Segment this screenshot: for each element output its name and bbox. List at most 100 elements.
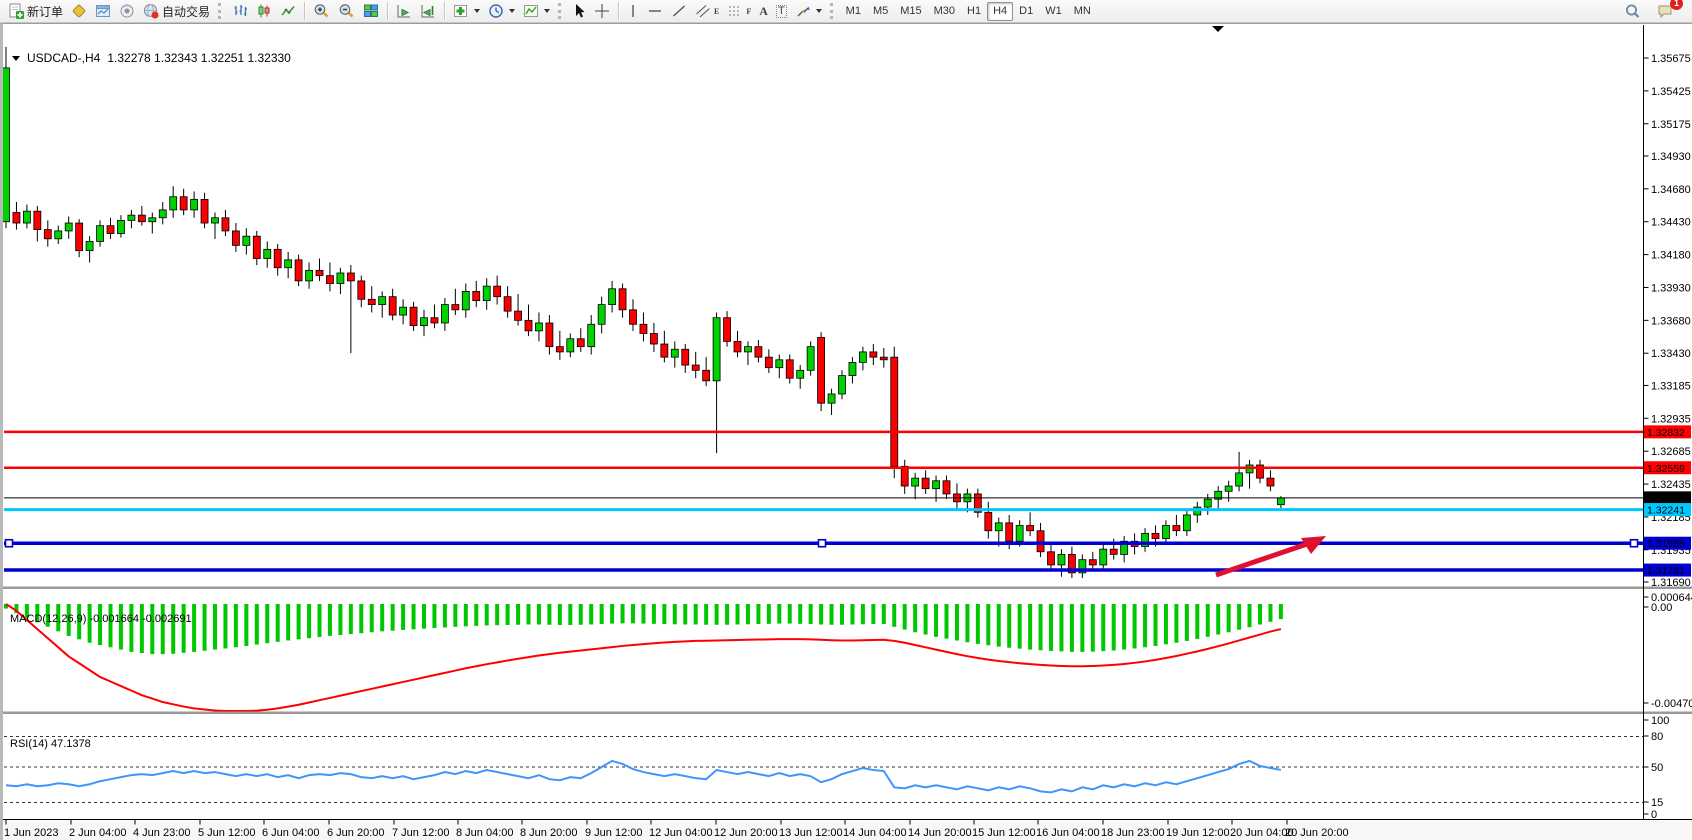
bear-candle bbox=[347, 273, 354, 281]
timeframe-m5[interactable]: M5 bbox=[867, 2, 894, 21]
terminal-button[interactable] bbox=[115, 1, 139, 22]
hline-drag-handle[interactable] bbox=[6, 540, 13, 547]
bull-candle bbox=[191, 199, 198, 210]
chart-canvas[interactable]: 1.356751.354251.351751.349301.346801.344… bbox=[3, 24, 1692, 840]
timeframe-h1[interactable]: H1 bbox=[961, 2, 987, 21]
bear-candle bbox=[525, 320, 532, 331]
clock-icon bbox=[488, 3, 504, 19]
price-tick-label: 1.33680 bbox=[1651, 315, 1691, 327]
bear-candle bbox=[107, 226, 114, 234]
chart-shift-button[interactable] bbox=[416, 1, 440, 22]
indicators-button[interactable] bbox=[449, 1, 484, 22]
bear-candle bbox=[619, 289, 626, 310]
trendline-button[interactable] bbox=[667, 1, 691, 22]
price-tick-label: 1.33185 bbox=[1651, 380, 1691, 392]
timeframe-d1[interactable]: D1 bbox=[1013, 2, 1039, 21]
collapse-ohlc-arrow[interactable] bbox=[12, 56, 20, 61]
text-tool-button[interactable]: A bbox=[755, 1, 772, 22]
timeframe-mn[interactable]: MN bbox=[1068, 2, 1097, 21]
bull-candle bbox=[995, 523, 1002, 531]
horizontal-line-button[interactable] bbox=[643, 1, 667, 22]
periods-dropdown-caret[interactable] bbox=[509, 9, 515, 13]
bull-candle bbox=[567, 339, 574, 352]
bull-candle bbox=[828, 394, 835, 403]
bear-candle bbox=[786, 360, 793, 378]
timeframe-m15[interactable]: M15 bbox=[894, 2, 927, 21]
auto-scroll-button[interactable] bbox=[392, 1, 416, 22]
hline-drag-handle[interactable] bbox=[1631, 540, 1638, 547]
rsi-axis-label: 80 bbox=[1651, 731, 1663, 743]
time-tick-label: 8 Jun 04:00 bbox=[456, 827, 514, 839]
market-watch-icon bbox=[71, 3, 87, 19]
timeframe-m1[interactable]: M1 bbox=[840, 2, 867, 21]
zoom-in-button[interactable] bbox=[309, 1, 334, 22]
fibonacci-button[interactable]: F bbox=[723, 1, 755, 22]
notification-badge[interactable]: 1 bbox=[1670, 0, 1683, 10]
cursor-button[interactable] bbox=[568, 1, 590, 22]
new-order-button[interactable]: 新订单 bbox=[4, 1, 67, 22]
macd-axis-label: 0.00 bbox=[1651, 602, 1672, 614]
vertical-line-button[interactable] bbox=[623, 1, 643, 22]
line-chart-button[interactable] bbox=[276, 1, 300, 22]
periods-button[interactable] bbox=[484, 1, 519, 22]
arrows-dropdown-caret[interactable] bbox=[816, 9, 822, 13]
search-button[interactable] bbox=[1620, 1, 1645, 22]
rsi-axis-label: 0 bbox=[1651, 809, 1657, 821]
bar-chart-button[interactable] bbox=[228, 1, 252, 22]
macd-axis-label: -0.004708 bbox=[1651, 698, 1692, 710]
templates-button[interactable] bbox=[519, 1, 554, 22]
navigator-button[interactable] bbox=[91, 1, 115, 22]
bar-chart-icon bbox=[232, 3, 248, 19]
toolbar-separator bbox=[387, 2, 388, 20]
bear-candle bbox=[734, 341, 741, 352]
bull-candle bbox=[441, 305, 448, 323]
hline-drag-handle[interactable] bbox=[819, 540, 826, 547]
toolbar-grip bbox=[830, 3, 836, 19]
bear-candle bbox=[232, 231, 239, 245]
horizontal-line-icon bbox=[647, 3, 663, 19]
bull-candle bbox=[421, 318, 428, 326]
timeframe-h4[interactable]: H4 bbox=[987, 2, 1013, 21]
bear-candle bbox=[703, 370, 710, 381]
bull-candle bbox=[1058, 554, 1065, 565]
time-tick-label: 6 Jun 04:00 bbox=[262, 827, 320, 839]
equidistant-channel-icon bbox=[695, 3, 711, 19]
time-tick-label: 15 Jun 12:00 bbox=[972, 827, 1036, 839]
autotrading-button[interactable]: 自动交易 bbox=[139, 1, 214, 22]
arrows-tool-button[interactable] bbox=[791, 1, 826, 22]
fibonacci-icon bbox=[727, 3, 743, 19]
timeframe-m30[interactable]: M30 bbox=[928, 2, 961, 21]
notifications-button[interactable]: 1 bbox=[1653, 1, 1678, 22]
candlestick-chart-button[interactable] bbox=[252, 1, 276, 22]
bull-candle bbox=[807, 347, 814, 371]
toolbar-right-tools: 1 bbox=[1620, 1, 1688, 22]
market-watch-button[interactable] bbox=[67, 1, 91, 22]
bear-candle bbox=[410, 307, 417, 325]
price-tag-label: 1.32832 bbox=[1647, 427, 1685, 439]
bear-candle bbox=[546, 323, 553, 347]
timeframe-w1[interactable]: W1 bbox=[1039, 2, 1068, 21]
time-tick-label: 7 Jun 12:00 bbox=[392, 827, 450, 839]
crosshair-button[interactable] bbox=[590, 1, 614, 22]
label-tool-button[interactable]: T bbox=[772, 1, 791, 22]
bull-candle bbox=[1236, 473, 1243, 486]
bull-candle bbox=[3, 68, 10, 222]
pane-separator[interactable] bbox=[3, 587, 1692, 590]
indicators-dropdown-caret[interactable] bbox=[474, 9, 480, 13]
time-tick-label: 12 Jun 20:00 bbox=[714, 827, 778, 839]
bear-candle bbox=[880, 357, 887, 360]
bull-candle bbox=[264, 249, 271, 258]
search-icon bbox=[1624, 3, 1641, 20]
bull-candle bbox=[243, 236, 250, 245]
time-tick-label: 19 Jun 12:00 bbox=[1166, 827, 1230, 839]
equidistant-channel-button[interactable]: E bbox=[691, 1, 723, 22]
chart-window: 1.356751.354251.351751.349301.346801.344… bbox=[0, 23, 1692, 840]
zoom-out-button[interactable] bbox=[334, 1, 359, 22]
bull-candle bbox=[839, 376, 846, 394]
bear-candle bbox=[724, 318, 731, 342]
bull-candle bbox=[588, 324, 595, 346]
tile-windows-button[interactable] bbox=[359, 1, 383, 22]
pane-separator[interactable] bbox=[3, 712, 1692, 715]
bull-candle bbox=[671, 349, 678, 357]
templates-dropdown-caret[interactable] bbox=[544, 9, 550, 13]
